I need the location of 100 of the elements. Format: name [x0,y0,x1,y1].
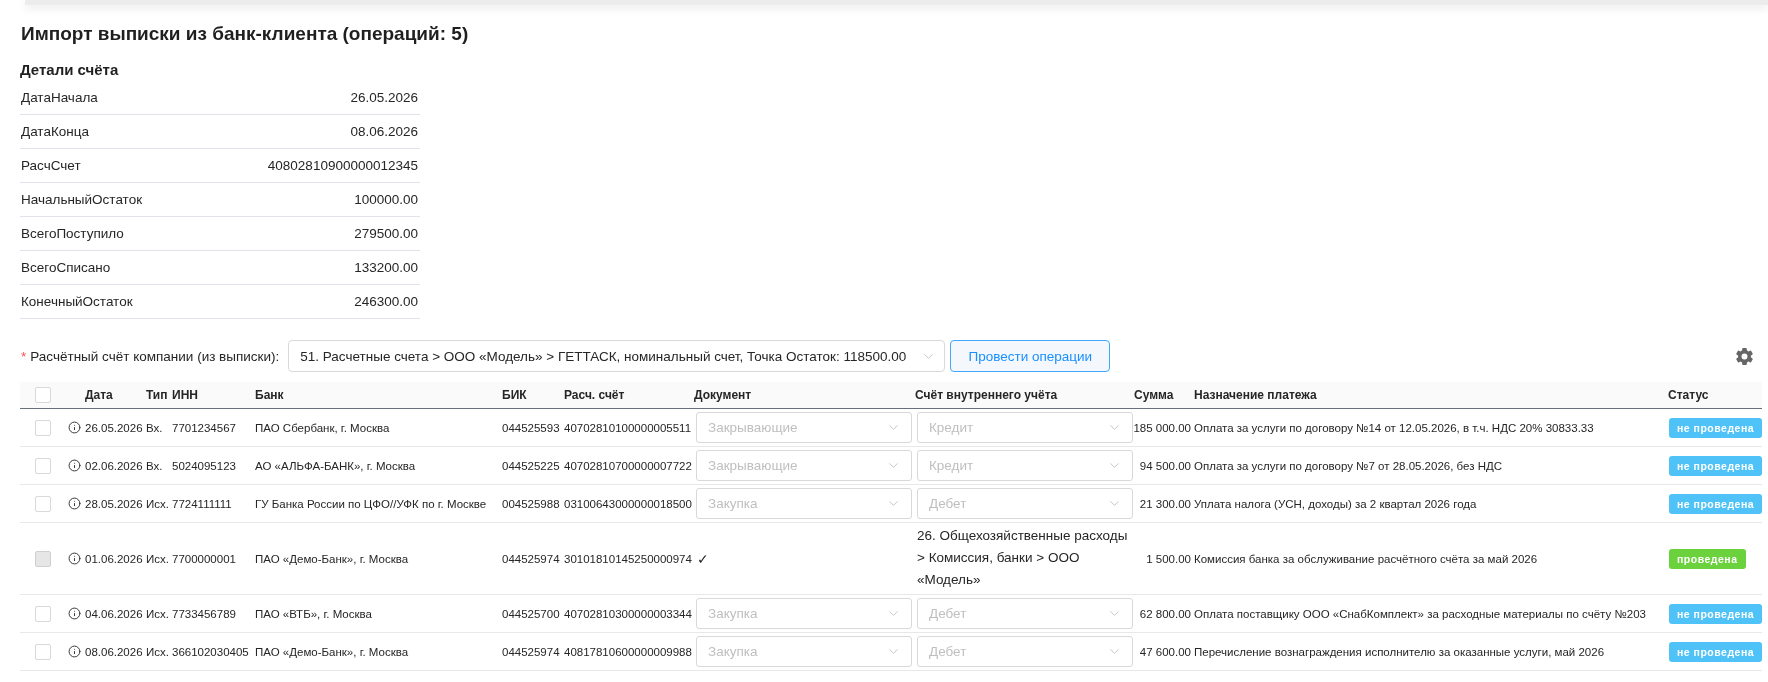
info-icon[interactable] [68,607,81,620]
inn-cell: 7701234567 [171,421,236,434]
document-select[interactable]: Закупка [696,636,912,667]
info-icon[interactable] [68,421,81,434]
date-cell: 28.05.2026 [84,497,143,510]
bik-cell: 004525988 [501,497,560,510]
ledger-account-select[interactable]: Кредит [917,412,1133,443]
detail-label: РасчСчет [21,158,81,173]
account-number-cell: 40702810100000005511 [563,421,692,434]
type-cell: Вх. [145,421,163,434]
checkbox[interactable] [35,643,51,660]
bank-cell: ПАО «Демо-Банк», г. Москва [254,645,409,658]
ledger-account-select[interactable]: Кредит [917,450,1133,481]
detail-value: 08.06.2026 [350,124,418,139]
inn-cell: 7733456789 [171,607,236,620]
purpose-cell: Оплата поставщику ООО «СнабКомплект» за расходные материалы по счёту №203 [1193,607,1646,620]
purpose-cell: Оплата за услуги по договору №7 от 28.05.2026, без НДС [1193,459,1503,472]
checkbox[interactable] [35,495,51,512]
date-cell: 08.06.2026 [84,645,143,658]
account-number-cell: 03100643000000018500 [563,497,692,510]
column-header: Назначение платежа [1193,388,1317,402]
detail-value: 40802810900000012345 [267,158,418,173]
bik-cell: 044525593 [501,421,560,434]
checkbox[interactable] [35,387,51,403]
detail-value: 100000.00 [354,192,418,207]
detail-value: 133200.00 [354,260,418,275]
column-header: Счёт внутреннего учёта [914,388,1058,402]
account-select[interactable]: 51. Расчетные счета > ООО «Модель» > ГЕТТАСК, номинальный счет, Точка Остаток: 118500.00 [288,340,946,372]
bank-cell: ГУ Банка России по ЦФО//УФК по г. Москве [254,497,487,510]
bank-cell: ПАО Сбербанк, г. Москва [254,421,390,434]
document-select[interactable]: Закупка [696,598,912,629]
date-cell: 01.06.2026 [84,552,143,565]
column-header: БИК [501,388,527,402]
detail-value: 279500.00 [354,226,418,241]
page-title: Импорт выписки из банк-клиента (операций: 5) [21,22,469,46]
purpose-cell: Комиссия банка за обслуживание расчётного счёта за май 2026 [1193,552,1538,565]
ledger-account-select[interactable]: Дебет [917,488,1133,519]
status-badge: не проведена [1669,493,1763,514]
bank-cell: АО «АЛЬФА-БАНК», г. Москва [254,459,416,472]
status-badge: не проведена [1669,641,1763,662]
amount-cell-text: 1 500.00 [1145,552,1192,565]
checkbox[interactable] [35,605,51,622]
column-header: Сумма [1133,388,1174,402]
status-badge: не проведена [1669,455,1763,476]
bank-cell: ПАО «Демо-Банк», г. Москва [254,552,409,565]
document-select[interactable]: Закупка [696,488,912,519]
inn-cell: 5024095123 [171,459,236,472]
document-select[interactable]: Закрывающие [696,450,912,481]
date-cell: 26.05.2026 [84,421,143,434]
column-header: Статус [1667,388,1709,402]
detail-label: КонечныйОстаток [21,294,133,309]
detail-value: 246300.00 [354,294,418,309]
bik-cell: 044525974 [501,552,560,565]
bik-cell: 044525700 [501,607,560,620]
column-header: Дата [84,388,113,402]
status-badge: проведена [1669,548,1746,569]
amount-cell-text: 185 000.00 [1132,421,1192,434]
inn-cell: 366102030405 [171,645,249,658]
settings-icon[interactable] [1735,346,1754,366]
detail-label: НачальныйОстаток [21,192,143,207]
type-cell: Исх. [145,497,169,510]
bik-cell: 044525225 [501,459,560,472]
account-number-cell: 40702810700000007722 [563,459,692,472]
account-number-cell: 30101810145250000974 [563,552,692,565]
type-cell: Исх. [145,552,169,565]
inn-cell: 7724111111 [171,497,232,510]
type-cell: Исх. [145,645,169,658]
ledger-account-select[interactable]: Дебет [917,636,1133,667]
check-mark: ✓ [696,550,709,567]
date-cell: 02.06.2026 [84,459,143,472]
column-header: Документ [693,388,752,402]
info-icon[interactable] [68,552,81,565]
detail-label: ДатаНачала [21,90,98,105]
detail-label: ВсегоСписано [21,260,111,275]
type-cell: Исх. [145,607,169,620]
ledger-account-text: 26. Общехозяйственные расходы > Комиссия, банки > ООО «Модель» [917,527,1129,589]
purpose-cell: Уплата налога (УСН, доходы) за 2 квартал 2026 года [1193,497,1477,510]
column-header: Банк [254,388,284,402]
type-cell: Вх. [145,459,163,472]
detail-value: 26.05.2026 [350,90,418,105]
info-icon[interactable] [68,645,81,658]
required-mark: * [21,348,27,364]
info-icon[interactable] [68,497,81,510]
info-icon[interactable] [68,459,81,472]
amount-cell-text: 62 800.00 [1138,607,1192,620]
amount-cell-text: 94 500.00 [1138,459,1192,472]
column-header: ИНН [171,388,198,402]
column-header: Расч. счёт [563,388,625,402]
field-label: Расчётный счёт компании (из выписки): [30,348,280,364]
checkbox[interactable] [35,457,51,474]
checkbox[interactable] [35,419,51,436]
post-operations-button[interactable]: Провести операции [950,340,1111,372]
column-header: Тип [145,388,168,402]
detail-label: ВсегоПоступило [21,226,124,241]
purpose-cell: Перечисление вознаграждения исполнителю за оказанные услуги, май 2026 [1193,645,1605,658]
detail-label: ДатаКонца [21,124,89,139]
document-select[interactable]: Закрывающие [696,412,912,443]
ledger-account-select[interactable]: Дебет [917,598,1133,629]
amount-cell-text: 47 600.00 [1138,645,1192,658]
account-number-cell: 40702810300000003344 [563,607,692,620]
